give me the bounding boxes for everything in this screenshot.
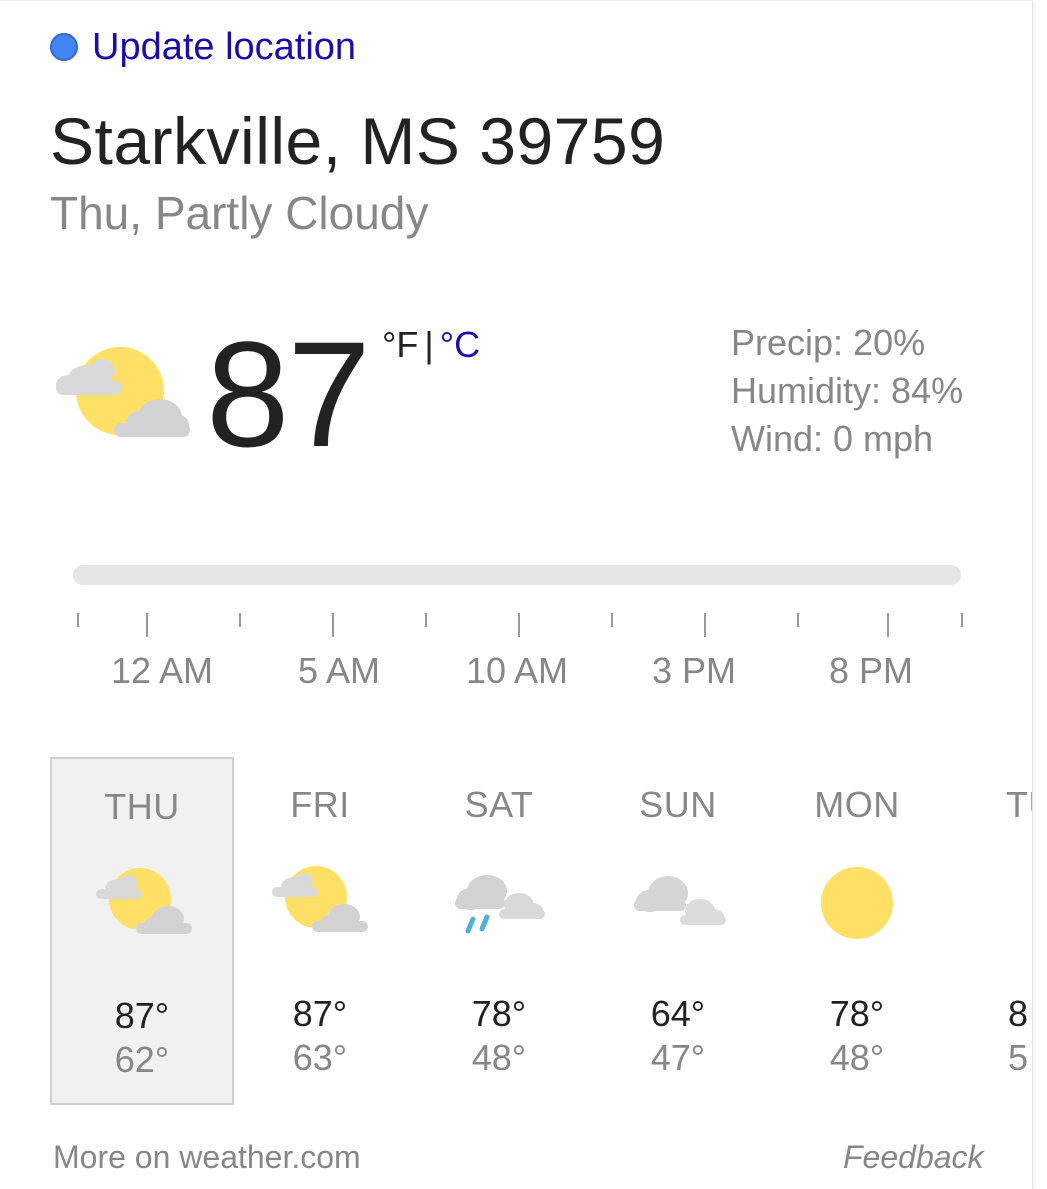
unit-celsius[interactable]: °C bbox=[440, 324, 480, 365]
feedback-link[interactable]: Feedback bbox=[843, 1137, 984, 1177]
condition-subtitle: Thu, Partly Cloudy bbox=[50, 187, 429, 239]
partly-cloudy-icon bbox=[56, 347, 190, 437]
day-name: TU bbox=[1006, 784, 1032, 825]
humidity-text: Humidity: 84% bbox=[731, 370, 964, 411]
wind-text: Wind: 0 mph bbox=[731, 418, 934, 459]
partly-cloudy-icon bbox=[272, 866, 368, 932]
partly-cloudy-icon bbox=[96, 868, 192, 934]
hourly-timeline-bar[interactable] bbox=[73, 565, 961, 585]
rain-cloudy-icon bbox=[455, 875, 545, 934]
day-high-temp: 64° bbox=[650, 993, 706, 1034]
timeline-tick bbox=[77, 613, 79, 627]
timeline-tick bbox=[704, 613, 706, 637]
day-name: SUN bbox=[639, 784, 717, 825]
timeline-tick bbox=[146, 613, 148, 637]
day-name: THU bbox=[104, 786, 180, 827]
timeline-label: 3 PM bbox=[651, 650, 737, 691]
sunny-icon bbox=[821, 867, 893, 939]
timeline-tick bbox=[518, 613, 520, 637]
weather-com-link[interactable]: More on weather.com bbox=[53, 1137, 361, 1177]
forecast-day-thu[interactable]: THU 87° 62° bbox=[50, 757, 234, 1105]
day-high-temp: 87° bbox=[292, 993, 348, 1034]
day-name: SAT bbox=[464, 784, 534, 825]
weather-details: Precip: 20% Humidity: 84% Wind: 0 mph bbox=[731, 319, 963, 463]
forecast-day-sun[interactable]: SUN 64° 47° bbox=[586, 757, 770, 1105]
update-location-link[interactable]: Update location bbox=[50, 23, 356, 71]
timeline-tick bbox=[332, 613, 334, 637]
weather-card: Update location Starkville, MS 39759 Thu… bbox=[0, 0, 1033, 1189]
cloudy-icon bbox=[634, 876, 726, 925]
forecast-day-sat[interactable]: SAT 78° 48° bbox=[407, 757, 591, 1105]
current-temperature: 87 bbox=[206, 310, 371, 478]
timeline-ticks bbox=[0, 613, 1032, 637]
location-title: Starkville, MS 39759 bbox=[50, 104, 666, 178]
timeline-label: 5 AM bbox=[297, 650, 381, 691]
forecast-day-tue[interactable]: TU 8 5 bbox=[944, 757, 1033, 1105]
day-high-temp: 87° bbox=[114, 995, 170, 1036]
timeline-label: 10 AM bbox=[465, 650, 569, 691]
timeline-tick bbox=[961, 613, 963, 627]
forecast-day-fri[interactable]: FRI 87° 63° bbox=[228, 757, 412, 1105]
unit-separator: | bbox=[424, 324, 434, 365]
unit-toggle: °F | °C bbox=[382, 323, 480, 367]
forecast-day-mon[interactable]: MON 78° 48° bbox=[765, 757, 949, 1105]
day-high-temp: 8 bbox=[1008, 993, 1029, 1034]
timeline-label: 8 PM bbox=[828, 650, 914, 691]
day-low-temp: 48° bbox=[829, 1037, 885, 1078]
day-name: FRI bbox=[290, 784, 350, 825]
day-high-temp: 78° bbox=[829, 993, 885, 1034]
precip-text: Precip: 20% bbox=[731, 322, 926, 363]
day-low-temp: 62° bbox=[114, 1039, 170, 1080]
day-name: MON bbox=[814, 784, 900, 825]
timeline-label: 12 AM bbox=[110, 650, 214, 691]
day-low-temp: 63° bbox=[292, 1037, 348, 1078]
timeline-tick bbox=[425, 613, 427, 627]
timeline-tick bbox=[887, 613, 889, 637]
timeline-tick bbox=[239, 613, 241, 627]
day-low-temp: 48° bbox=[471, 1037, 527, 1078]
timeline-tick bbox=[797, 613, 799, 627]
day-low-temp: 5 bbox=[1008, 1037, 1029, 1078]
unit-fahrenheit[interactable]: °F bbox=[382, 324, 418, 365]
sunny-icon bbox=[986, 861, 1033, 941]
update-location-label: Update location bbox=[92, 26, 357, 68]
day-low-temp: 47° bbox=[650, 1037, 706, 1078]
timeline-tick bbox=[611, 613, 613, 627]
location-dot-icon bbox=[50, 33, 78, 61]
day-high-temp: 78° bbox=[471, 993, 527, 1034]
